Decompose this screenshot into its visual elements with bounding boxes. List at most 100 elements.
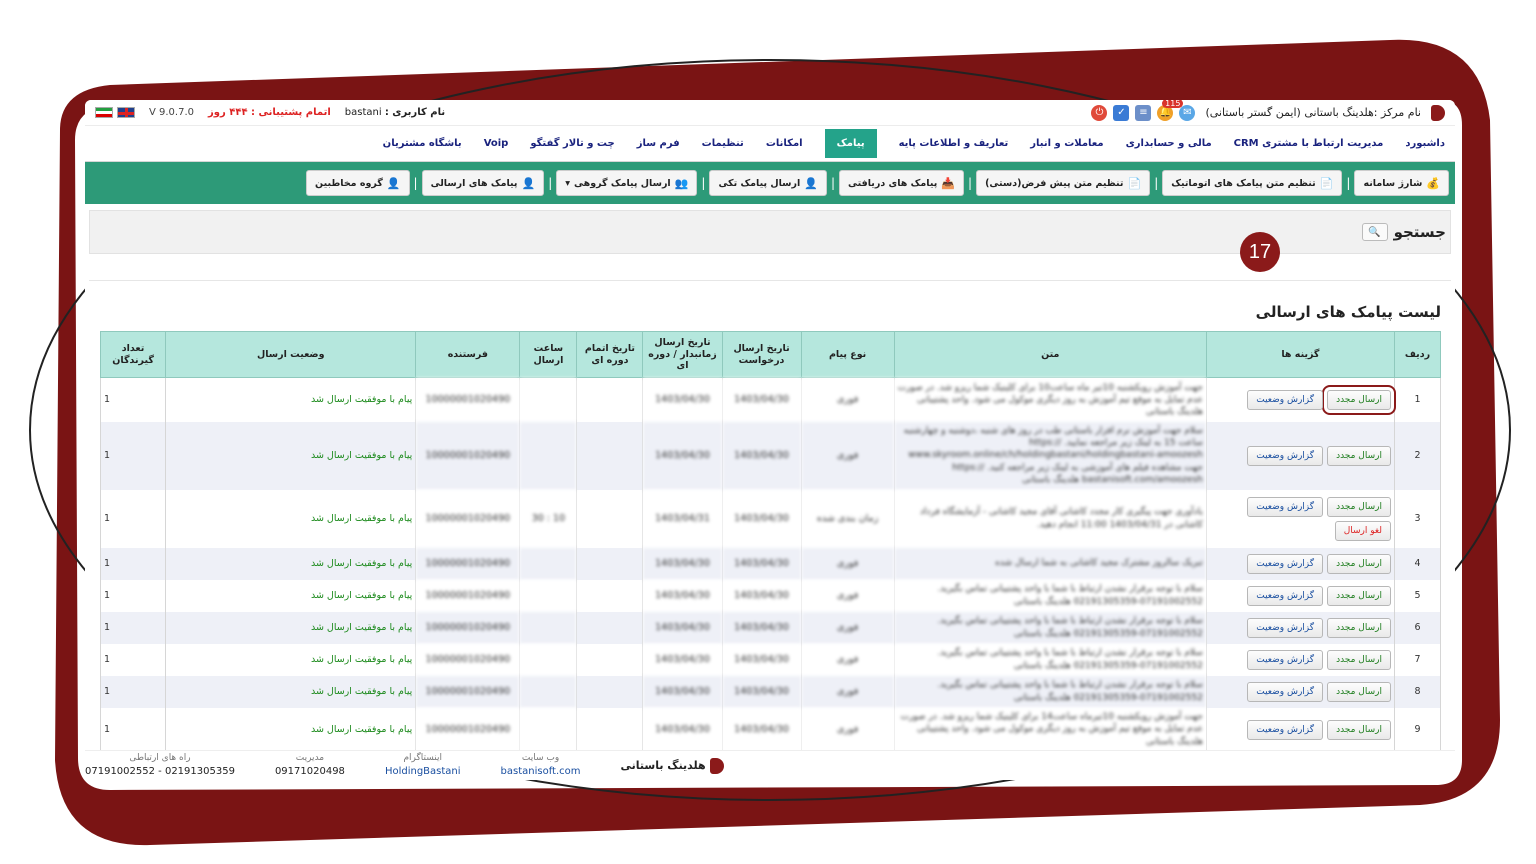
col-status[interactable]: وضعیت ارسال bbox=[165, 331, 417, 378]
col-scheduled-date[interactable]: تاریخ ارسال زمانبدار / دوره ای bbox=[642, 331, 723, 378]
col-row[interactable]: ردیف bbox=[1393, 331, 1442, 378]
menu-item-2[interactable]: مالی و حسابداری bbox=[1126, 130, 1212, 157]
table-row[interactable]: 1 ارسال مجدد گزارش وضعیت جهت آموزش رویکشنبه… bbox=[99, 377, 1442, 422]
table-row[interactable]: 4 ارسال مجدد گزارش وضعیت تبریک سالروز مشترک… bbox=[99, 547, 1442, 580]
request-date: 1403/04/30 bbox=[721, 611, 802, 644]
menu-item-6[interactable]: امکانات bbox=[766, 130, 803, 157]
resend-button[interactable]: ارسال مجدد bbox=[1322, 384, 1396, 415]
sender-number: 10000001020490 bbox=[415, 611, 521, 644]
resend-button[interactable]: ارسال مجدد bbox=[1327, 445, 1391, 466]
message-type: زمان بندی شده bbox=[800, 489, 895, 548]
footer-website[interactable]: وب سایت bastanisoft.com bbox=[501, 753, 581, 778]
col-recipients[interactable]: تعداد گیرندگان bbox=[99, 331, 167, 378]
col-period-end[interactable]: تاریخ اتمام دوره ای bbox=[576, 331, 644, 378]
menu-item-7[interactable]: تنظیمات bbox=[702, 130, 744, 157]
resend-button[interactable]: ارسال مجدد bbox=[1327, 719, 1391, 740]
row-options: ارسال مجدد گزارش وضعیت bbox=[1205, 421, 1395, 490]
menu-item-0[interactable]: داشبورد bbox=[1405, 130, 1445, 157]
resend-button[interactable]: ارسال مجدد bbox=[1327, 649, 1391, 670]
menu-item-9[interactable]: چت و تالار گفتگو bbox=[530, 130, 614, 157]
user-icon: 👤 bbox=[521, 176, 536, 190]
status-report-button[interactable]: گزارش وضعیت bbox=[1247, 585, 1324, 606]
resend-button[interactable]: ارسال مجدد bbox=[1327, 617, 1391, 638]
toolbar-button-3[interactable]: 📥 پیامک های دریافتی bbox=[839, 170, 965, 196]
table-row[interactable]: 6 ارسال مجدد گزارش وضعیت سلام با توجه برقرا… bbox=[99, 611, 1442, 644]
period-end-date bbox=[576, 421, 644, 490]
message-text: سلام با توجه برقرار نشدن ارتباط با شما ب… bbox=[893, 643, 1207, 676]
row-number: 1 bbox=[1393, 377, 1442, 422]
send-time bbox=[519, 643, 578, 676]
table-row[interactable]: 8 ارسال مجدد گزارش وضعیت سلام با توجه برقرا… bbox=[99, 675, 1442, 708]
table-row[interactable]: 3 ارسال مجدد گزارش وضعیت لغو ارسال یادآوری ج… bbox=[99, 489, 1442, 548]
toolbar-button-4[interactable]: 👤 ارسال پیامک تکی bbox=[709, 170, 827, 196]
row-options: ارسال مجدد گزارش وضعیت bbox=[1205, 377, 1396, 422]
notification-bell-icon[interactable]: 🔔 115 bbox=[1157, 100, 1184, 121]
table-row[interactable]: 7 ارسال مجدد گزارش وضعیت سلام با توجه برقرا… bbox=[99, 643, 1442, 676]
toolbar-separator: | bbox=[413, 176, 418, 190]
menu-item-8[interactable]: فرم ساز bbox=[637, 130, 680, 157]
toolbar-button-2[interactable]: 📄 تنظیم متن پیش فرض(دستی) bbox=[976, 170, 1151, 196]
footer-brand: هلدینگ باستانی bbox=[621, 757, 724, 774]
toolbar-separator: | bbox=[548, 176, 553, 190]
resend-button[interactable]: ارسال مجدد bbox=[1327, 585, 1391, 606]
status-report-button[interactable]: گزارش وضعیت bbox=[1247, 719, 1324, 740]
power-icon[interactable]: ⏻ bbox=[1091, 104, 1108, 121]
menu-item-3[interactable]: معاملات و انبار bbox=[1030, 130, 1103, 157]
col-text[interactable]: متن bbox=[893, 331, 1207, 378]
message-type: فوری bbox=[800, 377, 895, 422]
calendar-icon[interactable]: ✓ bbox=[1113, 104, 1130, 121]
toolbar-button-0[interactable]: 💰 شارژ سامانه bbox=[1354, 170, 1449, 196]
resend-button[interactable]: ارسال مجدد bbox=[1327, 681, 1391, 702]
toolbar-button-6[interactable]: 👤 پیامک های ارسالی bbox=[421, 170, 545, 196]
table-row[interactable]: 5 ارسال مجدد گزارش وضعیت سلام با توجه برقرا… bbox=[99, 579, 1442, 612]
col-options[interactable]: گزینه ها bbox=[1205, 331, 1395, 378]
status-report-button[interactable]: گزارش وضعیت bbox=[1247, 553, 1324, 574]
step-number-badge: 17 bbox=[1240, 232, 1280, 272]
scheduled-date: 1403/04/30 bbox=[642, 611, 723, 644]
status-report-button[interactable]: گزارش وضعیت bbox=[1247, 496, 1324, 517]
status-report-button[interactable]: گزارش وضعیت bbox=[1247, 445, 1324, 466]
recipient-count: 1 bbox=[99, 547, 167, 580]
table-row[interactable]: 9 ارسال مجدد گزارش وضعیت جهت آموزش رویکشنبه… bbox=[99, 707, 1442, 752]
list-panel: لیست پیامک های ارسالی ردیف گزینه ها متن … bbox=[89, 280, 1451, 752]
document-icon[interactable]: ≡ bbox=[1135, 104, 1152, 121]
message-type: فوری bbox=[800, 675, 895, 708]
col-sender[interactable]: فرستنده bbox=[415, 331, 521, 378]
col-request-date[interactable]: تاریخ ارسال درخواست bbox=[721, 331, 802, 378]
table-row[interactable]: 2 ارسال مجدد گزارش وضعیت سلام جهت آموزش نرم… bbox=[99, 421, 1442, 490]
resend-button[interactable]: ارسال مجدد bbox=[1327, 496, 1391, 517]
row-options: ارسال مجدد گزارش وضعیت bbox=[1205, 579, 1395, 612]
row-number: 7 bbox=[1393, 643, 1442, 676]
chat-icon[interactable]: ✉ bbox=[1179, 104, 1196, 121]
center-name: نام مرکز :هلدینگ باستانی (ایمن گستر باست… bbox=[1205, 106, 1421, 119]
iran-flag-icon[interactable] bbox=[95, 107, 113, 118]
search-button[interactable]: 🔍 bbox=[1361, 223, 1388, 241]
send-status: پیام با موفقیت ارسال شد bbox=[165, 675, 417, 708]
scheduled-date: 1403/04/30 bbox=[642, 377, 723, 422]
menu-item-10[interactable]: Voip bbox=[484, 130, 509, 157]
footer-instagram[interactable]: اینستاگرام HoldingBastani bbox=[385, 753, 461, 778]
status-report-button[interactable]: گزارش وضعیت bbox=[1247, 649, 1324, 670]
menu-item-1[interactable]: مدیریت ارتباط با مشتری CRM bbox=[1234, 130, 1384, 157]
status-report-button[interactable]: گزارش وضعیت bbox=[1247, 389, 1324, 410]
status-report-button[interactable]: گزارش وضعیت bbox=[1247, 617, 1324, 638]
col-type[interactable]: نوع پیام bbox=[800, 331, 895, 378]
menu-item-5[interactable]: پیامک bbox=[824, 129, 877, 158]
col-send-time[interactable]: ساعت ارسال bbox=[519, 331, 578, 378]
menu-item-4[interactable]: تعاریف و اطلاعات پایه bbox=[899, 130, 1009, 157]
toolbar-button-7[interactable]: 👤 گروه مخاطبین bbox=[306, 170, 410, 196]
notification-badge: 115 bbox=[1162, 100, 1184, 108]
recipient-count: 1 bbox=[99, 707, 167, 752]
top-bar: نام مرکز :هلدینگ باستانی (ایمن گستر باست… bbox=[85, 100, 1455, 126]
request-date: 1403/04/30 bbox=[721, 675, 802, 708]
toolbar-button-5[interactable]: 👥 ارسال پیامک گروهی ▾ bbox=[556, 170, 698, 196]
resend-button[interactable]: ارسال مجدد bbox=[1327, 553, 1391, 574]
sms-toolbar: 💰 شارژ سامانه | 📄 تنظیم متن پیامک های اتومات… bbox=[85, 162, 1455, 204]
menu-item-11[interactable]: باشگاه مشتریان bbox=[383, 130, 462, 157]
status-report-button[interactable]: گزارش وضعیت bbox=[1247, 681, 1324, 702]
send-status: پیام با موفقیت ارسال شد bbox=[165, 707, 417, 752]
cancel-send-button[interactable]: لغو ارسال bbox=[1334, 520, 1391, 541]
period-end-date bbox=[576, 643, 644, 676]
uk-flag-icon[interactable] bbox=[117, 107, 135, 118]
toolbar-button-1[interactable]: 📄 تنظیم متن پیامک های اتوماتیک bbox=[1162, 170, 1343, 196]
